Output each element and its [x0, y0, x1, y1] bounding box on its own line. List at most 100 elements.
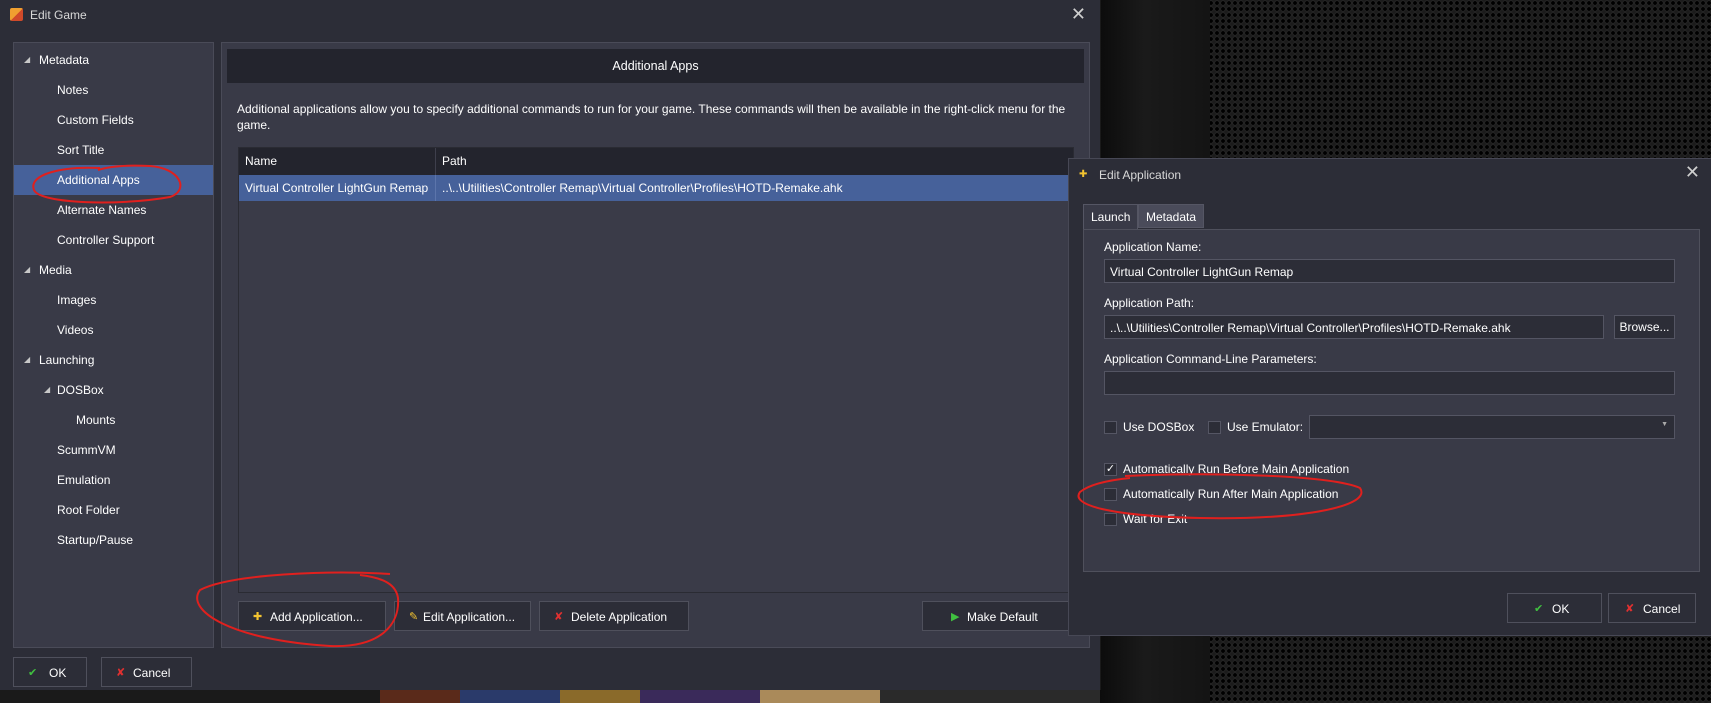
cell-name: Virtual Controller LightGun Remap [245, 181, 429, 195]
application-name-label: Application Name: [1104, 240, 1202, 254]
sidebar-item-mounts[interactable]: Mounts [14, 405, 213, 435]
expand-arrow-icon[interactable]: ◢ [44, 375, 50, 405]
command-line-parameters-label: Application Command-Line Parameters: [1104, 352, 1317, 366]
button-label: Cancel [1643, 602, 1681, 616]
sidebar-item-label: Media [39, 263, 72, 277]
sidebar-item-label: Root Folder [57, 503, 120, 517]
sidebar-item-notes[interactable]: Notes [14, 75, 213, 105]
pencil-icon: ✎ [409, 611, 419, 623]
sidebar-item-label: Controller Support [57, 233, 155, 247]
sidebar-item-dosbox[interactable]: ◢ DOSBox [14, 375, 213, 405]
expand-arrow-icon[interactable]: ◢ [24, 255, 30, 285]
close-icon[interactable]: ✕ [1685, 162, 1700, 183]
auto-run-before-label: Automatically Run Before Main Applicatio… [1123, 462, 1350, 476]
sidebar-item-launching[interactable]: ◢ Launching [14, 345, 213, 375]
cancel-button[interactable]: ✘ Cancel [101, 657, 192, 687]
sidebar-item-label: Videos [57, 323, 94, 337]
button-label: Cancel [133, 666, 171, 680]
sidebar-item-custom-fields[interactable]: Custom Fields [14, 105, 213, 135]
background-image-strip [0, 690, 1100, 703]
panel-description: Additional applications allow you to spe… [237, 102, 1066, 132]
edit-game-window: Edit Game ✕ ◢ Metadata Notes Custom Fiel… [0, 0, 1101, 690]
sidebar-item-label: Startup/Pause [57, 533, 134, 547]
button-label: Add Application... [270, 610, 363, 624]
command-line-parameters-input[interactable] [1104, 371, 1675, 395]
tab-metadata[interactable]: Metadata [1138, 204, 1205, 228]
auto-run-after-label: Automatically Run After Main Application [1123, 487, 1339, 501]
star-icon: ✚ [1079, 169, 1088, 180]
panel-title: Additional Apps [227, 49, 1084, 83]
button-label: OK [1552, 602, 1570, 616]
cancel-x-icon: ✘ [116, 667, 126, 679]
use-emulator-checkbox[interactable] [1208, 421, 1221, 434]
delete-x-icon: ✘ [554, 611, 564, 623]
sidebar-item-label: Additional Apps [57, 173, 140, 187]
column-header-name[interactable]: Name [239, 148, 277, 175]
sidebar-item-label: Images [57, 293, 97, 307]
sidebar-item-label: DOSBox [57, 383, 104, 397]
sidebar-item-emulation[interactable]: Emulation [14, 465, 213, 495]
add-star-icon: ✚ [253, 611, 263, 623]
edit-application-button[interactable]: ✎ Edit Application... [394, 601, 531, 631]
edit-application-dialog: ✚ Edit Application ✕ Launch Metadata App… [1068, 158, 1711, 636]
browse-button[interactable]: Browse... [1614, 315, 1675, 339]
launchbox-app-icon [10, 8, 23, 21]
use-emulator-label: Use Emulator: [1227, 420, 1304, 434]
application-name-input[interactable]: Virtual Controller LightGun Remap [1104, 259, 1675, 283]
close-icon[interactable]: ✕ [1071, 4, 1086, 25]
expand-arrow-icon[interactable]: ◢ [24, 345, 30, 375]
sidebar-item-label: ScummVM [57, 443, 116, 457]
tab-launch[interactable]: Launch [1083, 204, 1139, 230]
sidebar-item-metadata[interactable]: ◢ Metadata [14, 45, 213, 75]
sidebar-item-additional-apps[interactable]: Additional Apps [14, 165, 213, 195]
window-title: Edit Game [30, 8, 87, 22]
dialog-title: Edit Application [1099, 168, 1182, 182]
delete-application-button[interactable]: ✘ Delete Application [539, 601, 689, 631]
auto-run-before-checkbox[interactable]: ✓ [1104, 463, 1117, 476]
sidebar-item-label: Custom Fields [57, 113, 134, 127]
chevron-down-icon: ▼ [1661, 421, 1668, 428]
sidebar-item-videos[interactable]: Videos [14, 315, 213, 345]
sidebar-item-label: Emulation [57, 473, 111, 487]
add-application-button[interactable]: ✚ Add Application... [238, 601, 386, 631]
use-dosbox-checkbox[interactable] [1104, 421, 1117, 434]
launch-tab-content: Application Name: Virtual Controller Lig… [1083, 229, 1700, 572]
sidebar-item-label: Notes [57, 83, 89, 97]
wait-for-exit-label: Wait for Exit [1123, 512, 1188, 526]
auto-run-after-checkbox[interactable] [1104, 488, 1117, 501]
play-arrow-icon: ▶ [951, 611, 960, 623]
sidebar-item-label: Mounts [76, 413, 116, 427]
sidebar-item-startup-pause[interactable]: Startup/Pause [14, 525, 213, 555]
sidebar-item-images[interactable]: Images [14, 285, 213, 315]
make-default-button[interactable]: ▶ Make Default [922, 601, 1069, 631]
button-label: Make Default [967, 610, 1038, 624]
additional-apps-table: Name Path Virtual Controller LightGun Re… [238, 147, 1074, 593]
button-label: Delete Application [571, 610, 668, 624]
dialog-ok-button[interactable]: ✔ OK [1507, 593, 1602, 623]
title-bar: Edit Game ✕ [0, 0, 1100, 30]
sidebar-item-label: Metadata [39, 53, 90, 67]
sidebar-item-media[interactable]: ◢ Media [14, 255, 213, 285]
sidebar-item-alternate-names[interactable]: Alternate Names [14, 195, 213, 225]
application-path-input[interactable]: ..\..\Utilities\Controller Remap\Virtual… [1104, 315, 1604, 339]
button-label: Edit Application... [423, 610, 516, 624]
cancel-x-icon: ✘ [1625, 603, 1635, 615]
use-dosbox-label: Use DOSBox [1123, 420, 1195, 434]
sidebar-item-sort-title[interactable]: Sort Title [14, 135, 213, 165]
column-header-path[interactable]: Path [436, 148, 467, 175]
sidebar-item-root-folder[interactable]: Root Folder [14, 495, 213, 525]
ok-button[interactable]: ✔ OK [13, 657, 87, 687]
sidebar-item-controller-support[interactable]: Controller Support [14, 225, 213, 255]
table-header: Name Path [239, 148, 1073, 175]
sidebar-item-scummvm[interactable]: ScummVM [14, 435, 213, 465]
checkmark-icon: ✔ [28, 667, 38, 679]
table-row[interactable]: Virtual Controller LightGun Remap ..\..\… [239, 175, 1073, 201]
emulator-select[interactable]: ▼ [1309, 415, 1675, 439]
sidebar-item-label: Sort Title [57, 143, 105, 157]
cell-path: ..\..\Utilities\Controller Remap\Virtual… [442, 181, 843, 195]
dialog-cancel-button[interactable]: ✘ Cancel [1608, 593, 1696, 623]
expand-arrow-icon[interactable]: ◢ [24, 45, 30, 75]
checkmark-icon: ✔ [1534, 603, 1544, 615]
wait-for-exit-checkbox[interactable] [1104, 513, 1117, 526]
application-path-label: Application Path: [1104, 296, 1195, 310]
